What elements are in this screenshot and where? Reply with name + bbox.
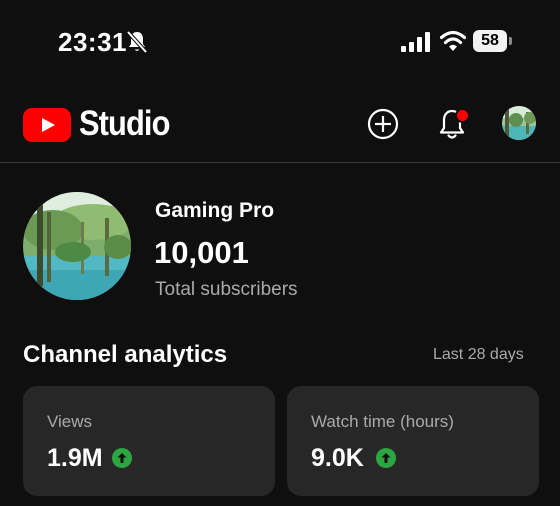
subscriber-label: Total subscribers [155,279,298,300]
subscriber-count: 10,001 [154,235,249,270]
status-bar: 23:31 58 [0,0,560,84]
notification-badge [455,108,470,123]
channel-name: Gaming Pro [155,199,275,222]
create-plus-icon[interactable] [367,108,399,140]
views-label: Views [47,412,93,431]
signal-icon [401,32,430,52]
battery-level: 58 [473,30,507,52]
views-value: 1.9M [47,444,103,472]
channel-avatar[interactable] [23,192,131,300]
watch-time-label: Watch time (hours) [311,412,454,431]
app-title: Studio [79,104,170,143]
header-divider [0,162,560,163]
watch-time-card[interactable]: Watch time (hours) 9.0K [287,386,539,496]
arrow-up-icon [112,448,132,468]
analytics-period: Last 28 days [433,346,524,363]
arrow-up-icon [376,448,396,468]
analytics-section-title: Channel analytics [23,341,228,368]
account-avatar[interactable] [502,106,536,140]
bell-slash-icon [126,30,148,54]
studio-home-screen: 23:31 58 Studio Gaming Pro 10,001 Total … [0,0,560,506]
battery-icon: 58 [473,30,513,52]
watch-time-value: 9.0K [311,444,364,472]
app-header: Studio [0,96,560,162]
views-card[interactable]: Views 1.9M [23,386,275,496]
battery-cap [509,37,512,45]
youtube-play-logo [23,108,71,142]
status-time: 23:31 [58,27,127,57]
wifi-icon [440,30,466,51]
